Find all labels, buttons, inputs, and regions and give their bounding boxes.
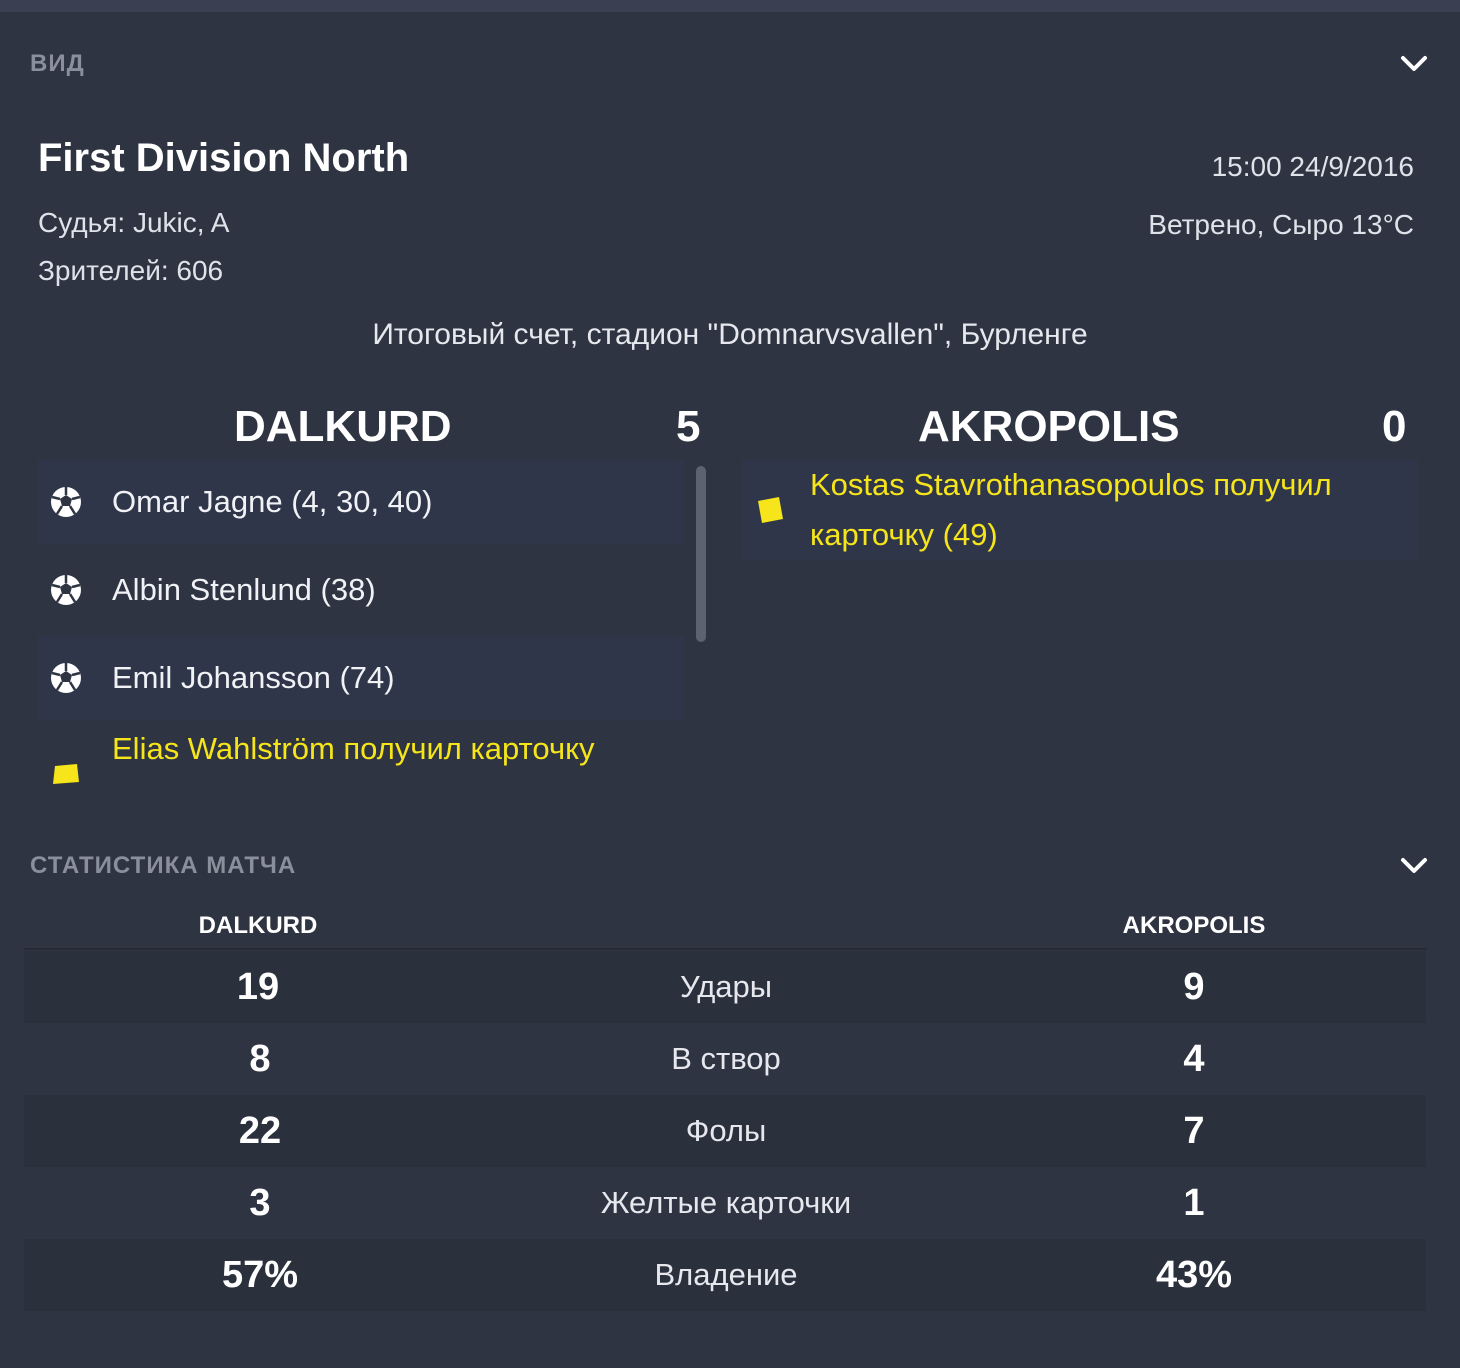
football-icon — [46, 573, 86, 607]
stat-away-value: 9 — [1183, 965, 1205, 1008]
event-text[interactable]: Omar Jagne (4, 30, 40) — [112, 477, 433, 527]
stat-away-value: 4 — [1183, 1037, 1205, 1080]
home-team-name[interactable]: DALKURD — [234, 402, 452, 452]
attendance: Зрителей: 606 — [38, 255, 224, 286]
away-team-score: 0 — [1382, 402, 1407, 451]
football-icon — [46, 661, 86, 695]
away-team-name[interactable]: AKROPOLIS — [918, 402, 1180, 452]
stat-row-possession: 57% Владение 43% — [24, 1239, 1426, 1311]
event-text[interactable]: Elias Wahlström получил карточку — [112, 724, 595, 774]
home-event-goal: Emil Johansson (74) — [38, 636, 684, 720]
competition-name[interactable]: First Division North — [38, 136, 409, 181]
stat-away-value: 43% — [1155, 1253, 1233, 1296]
stat-home-value: 57% — [221, 1253, 299, 1296]
home-event-goal: Albin Stenlund (38) — [38, 548, 684, 632]
stat-away-value: 7 — [1183, 1109, 1205, 1152]
stats-section-title: СТАТИСТИКА МАТЧА — [30, 852, 297, 879]
yellow-card-icon — [750, 495, 790, 525]
stat-home-value: 19 — [236, 965, 280, 1008]
stat-label: В створ — [671, 1041, 781, 1076]
event-text[interactable]: Emil Johansson (74) — [112, 653, 395, 703]
stat-label: Удары — [679, 969, 773, 1004]
stat-label: Владение — [654, 1257, 798, 1292]
stat-row-yellow-cards: 3 Желтые карточки 1 — [24, 1167, 1426, 1239]
venue-line: Итоговый счет, стадион "Domnarvsvallen",… — [372, 318, 1088, 351]
away-event-yellow-card: Kostas Stavrothanasopoulos получил карто… — [742, 460, 1418, 560]
event-text-line1: Kostas Stavrothanasopoulos получил — [810, 467, 1332, 502]
match-info-right: 15:00 24/9/2016 Ветрено, Сыро 13°C — [1148, 138, 1414, 254]
stats-section-header[interactable]: СТАТИСТИКА МАТЧА — [30, 846, 1430, 886]
view-section-header[interactable]: ВИД — [30, 44, 1430, 84]
events-scrollbar[interactable] — [696, 466, 706, 642]
chevron-down-icon[interactable] — [1398, 850, 1430, 882]
chevron-down-icon[interactable] — [1398, 48, 1430, 80]
event-text-line2: карточку (49) — [810, 517, 998, 552]
stat-row-on-target: 8 В створ 4 — [24, 1023, 1426, 1095]
stat-home-value: 3 — [249, 1181, 271, 1224]
home-event-goal: Omar Jagne (4, 30, 40) — [38, 460, 684, 544]
home-team-score: 5 — [676, 402, 701, 451]
yellow-card-icon — [46, 762, 86, 786]
stat-label: Фолы — [685, 1113, 767, 1148]
top-strip — [0, 0, 1460, 12]
stat-row-fouls: 22 Фолы 7 — [24, 1095, 1426, 1167]
stat-home-value: 8 — [249, 1037, 271, 1080]
stat-row-shots: 19 Удары 9 — [24, 951, 1426, 1023]
football-icon — [46, 485, 86, 519]
stat-away-value: 1 — [1183, 1181, 1205, 1224]
view-section-title: ВИД — [30, 50, 85, 77]
match-info-left: First Division North Судья: Jukic, A Зри… — [38, 136, 409, 295]
home-event-yellow-card: Elias Wahlström получил карточку — [38, 724, 684, 794]
stats-divider — [24, 948, 1426, 950]
referee: Судья: Jukic, A — [38, 207, 230, 238]
event-text[interactable]: Albin Stenlund (38) — [112, 565, 376, 615]
stat-home-value: 22 — [238, 1109, 282, 1152]
weather: Ветрено, Сыро 13°C — [1148, 209, 1414, 240]
stat-label: Желтые карточки — [600, 1185, 852, 1220]
stats-away-team: AKROPOLIS — [1122, 912, 1266, 939]
match-datetime: 15:00 24/9/2016 — [1211, 151, 1414, 182]
stats-home-team: DALKURD — [198, 912, 318, 939]
event-text[interactable]: Kostas Stavrothanasopoulos получил карто… — [810, 460, 1332, 560]
